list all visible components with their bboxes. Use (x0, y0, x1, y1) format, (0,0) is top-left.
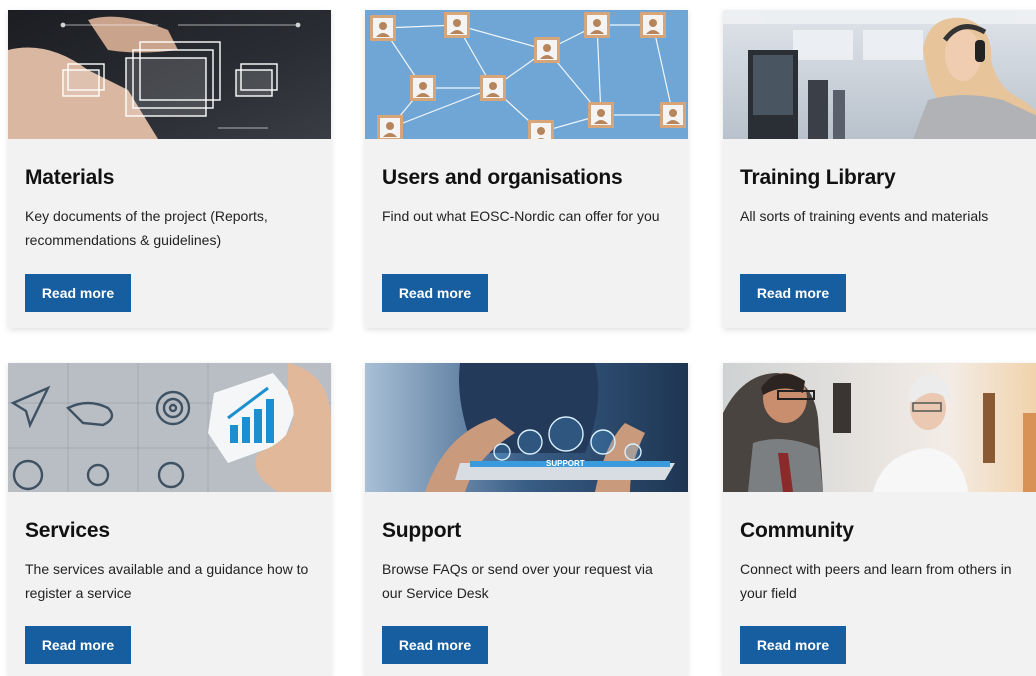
card-grid: Materials Key documents of the project (… (0, 0, 1036, 676)
card-materials: Materials Key documents of the project (… (8, 10, 331, 328)
card-title: Services (25, 519, 110, 542)
card-title: Materials (25, 166, 115, 189)
card-description: Browse FAQs or send over your request vi… (382, 561, 653, 601)
card-users-and-organisations: Users and organisations Find out what EO… (365, 10, 688, 328)
card-title: Training Library (740, 166, 896, 189)
read-more-button[interactable]: Read more (740, 274, 846, 312)
read-more-button[interactable]: Read more (382, 274, 488, 312)
card-description: All sorts of training events and materia… (740, 208, 989, 224)
card-description: Key documents of the project (Reports, r… (25, 208, 268, 248)
card-title: Community (740, 519, 854, 542)
card-title: Support (382, 519, 462, 542)
puzzle-with-business-icons-image (8, 363, 331, 492)
read-more-button[interactable]: Read more (382, 626, 488, 664)
card-support: SUPPORT Support Browse FAQs or send over… (365, 363, 688, 676)
people-talking-in-office-image (723, 363, 1036, 492)
hand-touching-folder-icons-image (8, 10, 331, 139)
card-services: Services The services available and a gu… (8, 363, 331, 676)
card-description: Find out what EOSC-Nordic can offer for … (382, 208, 660, 224)
network-of-user-icons-image (365, 10, 688, 139)
card-community: Community Connect with peers and learn f… (723, 363, 1036, 676)
card-description: Connect with peers and learn from others… (740, 561, 1012, 601)
card-description: The services available and a guidance ho… (25, 561, 309, 601)
read-more-button[interactable]: Read more (740, 626, 846, 664)
read-more-button[interactable]: Read more (25, 626, 131, 664)
card-title: Users and organisations (382, 166, 623, 189)
tablet-support-icons-image: SUPPORT (365, 363, 688, 492)
svg-text:SUPPORT: SUPPORT (546, 459, 585, 468)
read-more-button[interactable]: Read more (25, 274, 131, 312)
person-with-headset-at-computer-image (723, 10, 1036, 139)
card-training-library: Training Library All sorts of training e… (723, 10, 1036, 328)
